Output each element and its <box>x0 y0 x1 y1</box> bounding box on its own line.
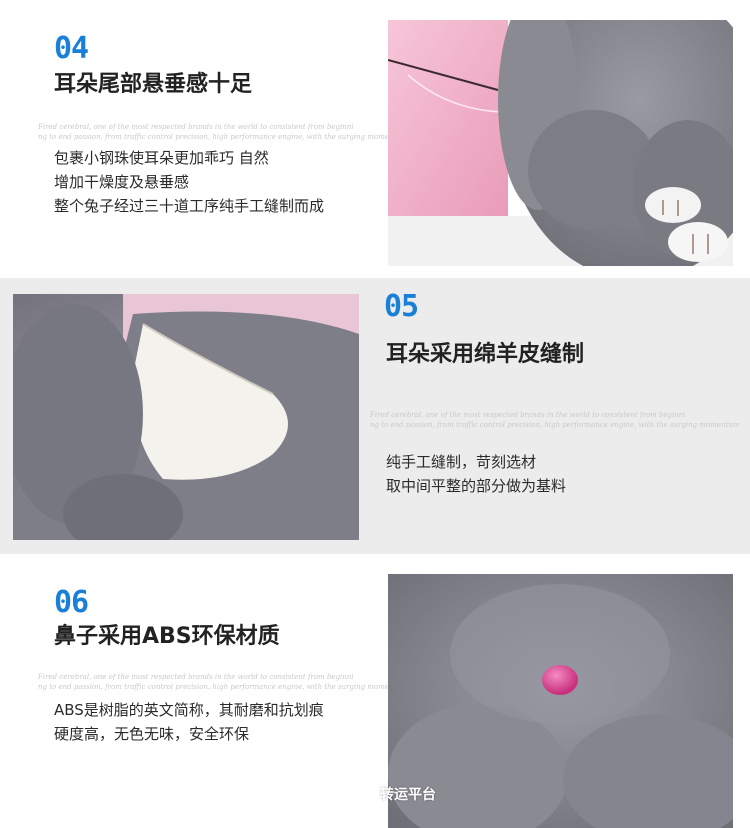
feature-number: 04 <box>54 31 89 66</box>
feature-section-04: 04 耳朵尾部悬垂感十足 Fired cerebral, one of the … <box>0 0 750 278</box>
watermark-text: 转运平台 <box>380 787 436 803</box>
product-photo-rabbit-nose <box>388 574 733 828</box>
feature-title: 耳朵采用绵羊皮缝制 <box>386 342 585 367</box>
feature-title: 鼻子采用ABS环保材质 <box>54 624 280 649</box>
description-line: 纯手工缝制，苛刻选材 <box>386 453 537 471</box>
description-line: 取中间平整的部分做为基料 <box>386 477 567 495</box>
description-line: 包裹小钢珠使耳朵更加乖巧 自然 <box>54 149 269 167</box>
description-line: 整个兔子经过三十道工序纯手工缝制而成 <box>54 197 325 215</box>
description-line: 硬度高，无色无味，安全环保 <box>54 725 250 743</box>
decorative-script-text: Fired cerebral, one of the most respecte… <box>370 411 740 429</box>
product-photo-ear-leather <box>13 294 359 540</box>
decorative-script-text: Fired cerebral, one of the most respecte… <box>38 673 408 691</box>
feature-title: 耳朵尾部悬垂感十足 <box>54 72 253 97</box>
feature-section-05: 05 耳朵采用绵羊皮缝制 Fired cerebral, one of the … <box>0 278 750 554</box>
feature-description: ABS是树脂的英文简称，其耐磨和抗划痕 硬度高，无色无味，安全环保 <box>54 698 324 746</box>
description-line: 增加干燥度及悬垂感 <box>54 173 190 191</box>
feature-description: 纯手工缝制，苛刻选材 取中间平整的部分做为基料 <box>386 450 566 498</box>
product-photo-rabbit-ears <box>388 20 733 266</box>
feature-description: 包裹小钢珠使耳朵更加乖巧 自然 增加干燥度及悬垂感 整个兔子经过三十道工序纯手工… <box>54 146 324 218</box>
decorative-script-text: Fired cerebral, one of the most respecte… <box>38 123 408 141</box>
feature-number: 06 <box>54 585 89 620</box>
feature-section-06: 06 鼻子采用ABS环保材质 Fired cerebral, one of th… <box>0 554 750 828</box>
feature-number: 05 <box>384 289 419 324</box>
description-line: ABS是树脂的英文简称，其耐磨和抗划痕 <box>54 701 324 719</box>
